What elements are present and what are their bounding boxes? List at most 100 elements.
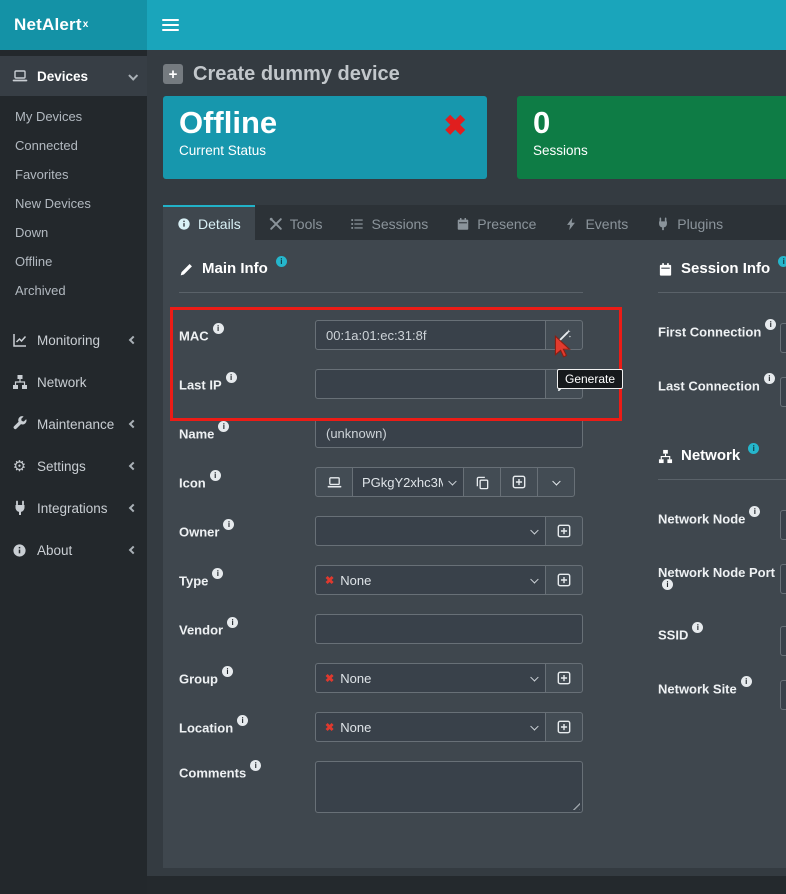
- last-connection-input[interactable]: [780, 377, 786, 407]
- info-circle-icon: [177, 217, 191, 231]
- mac-input[interactable]: [315, 320, 546, 350]
- sidebar-item-monitoring[interactable]: Monitoring: [0, 319, 147, 361]
- first-connection-row: First Connectioni: [658, 323, 786, 353]
- add-type-button[interactable]: [545, 565, 583, 595]
- chevron-down-icon: [128, 70, 138, 80]
- network-site-label: Network Sitei: [658, 680, 780, 699]
- netalertx-app: NetAlertx Devices My Devices Connected F…: [0, 0, 786, 894]
- chart-icon: [11, 332, 28, 348]
- network-node-port-input[interactable]: [780, 564, 786, 594]
- name-input[interactable]: [315, 418, 583, 448]
- info-icon: i: [764, 373, 775, 384]
- sidebar-subitem-favorites[interactable]: Favorites: [0, 160, 147, 189]
- x-icon: ✖: [325, 574, 334, 587]
- tools-icon: [269, 217, 283, 231]
- info-icon: i: [662, 579, 673, 590]
- location-label: Locationi: [179, 719, 315, 735]
- icon-select[interactable]: PGkgY2xhc3M: [352, 467, 464, 497]
- type-select[interactable]: ✖ None: [315, 565, 546, 595]
- network-icon: [658, 449, 673, 464]
- sidebar-subitem-connected[interactable]: Connected: [0, 131, 147, 160]
- info-icon: i: [227, 617, 238, 628]
- tab-details[interactable]: Details: [163, 205, 255, 240]
- location-row: Locationi ✖ None: [179, 712, 583, 742]
- sidebar-subitem-down[interactable]: Down: [0, 218, 147, 247]
- help-icon[interactable]: i: [276, 256, 287, 267]
- plus-square-icon: [557, 720, 571, 734]
- sidebar-subitem-my-devices[interactable]: My Devices: [0, 102, 147, 131]
- add-location-button[interactable]: [545, 712, 583, 742]
- plus-square-icon: [557, 573, 571, 587]
- network-icon: [11, 374, 28, 390]
- vendor-row: Vendori: [179, 614, 583, 644]
- sidebar-item-integrations[interactable]: Integrations: [0, 487, 147, 529]
- group-select[interactable]: ✖ None: [315, 663, 546, 693]
- sidebar-item-devices[interactable]: Devices: [0, 56, 147, 96]
- laptop-icon: [327, 475, 342, 490]
- ssid-input[interactable]: [780, 626, 786, 656]
- mac-label: MACi: [179, 327, 315, 343]
- sessions-count: 0: [533, 105, 770, 141]
- owner-select[interactable]: [315, 516, 546, 546]
- ssid-row: SSIDi: [658, 626, 786, 656]
- calendar-icon: [456, 217, 470, 231]
- info-icon: i: [223, 519, 234, 530]
- info-icon: i: [212, 568, 223, 579]
- chevron-down-icon: [448, 477, 456, 485]
- sidebar-item-maintenance[interactable]: Maintenance: [0, 403, 147, 445]
- x-icon: ✖: [325, 721, 334, 734]
- main-info-column: Main Info i MACi La: [179, 260, 583, 848]
- plus-square-icon: +: [163, 64, 183, 84]
- tab-sessions[interactable]: Sessions: [336, 205, 442, 240]
- network-site-input[interactable]: [780, 680, 786, 710]
- vendor-label: Vendori: [179, 621, 315, 637]
- location-select[interactable]: ✖ None: [315, 712, 546, 742]
- sidebar-item-about[interactable]: About: [0, 529, 147, 571]
- magic-wand-icon: [557, 377, 572, 392]
- icon-dropdown-button[interactable]: [537, 467, 575, 497]
- app-logo[interactable]: NetAlertx: [0, 0, 147, 50]
- last-ip-input[interactable]: [315, 369, 546, 399]
- tab-tools[interactable]: Tools: [255, 205, 337, 240]
- tab-plugins[interactable]: Plugins: [642, 205, 737, 240]
- sidebar-subitem-archived[interactable]: Archived: [0, 276, 147, 305]
- add-icon-button[interactable]: [500, 467, 538, 497]
- tab-presence[interactable]: Presence: [442, 205, 550, 240]
- chevron-down-icon: [553, 477, 561, 485]
- brand-text: NetAlert: [14, 15, 82, 35]
- comments-textarea[interactable]: [315, 761, 583, 813]
- network-node-row: Network Nodei: [658, 510, 786, 540]
- add-owner-button[interactable]: [545, 516, 583, 546]
- plus-square-icon: [557, 524, 571, 538]
- type-row: Typei ✖ None: [179, 565, 583, 595]
- last-ip-generate-button[interactable]: [545, 369, 583, 399]
- main-content: + Create dummy device Offline Current St…: [147, 50, 786, 894]
- sidebar-item-settings[interactable]: ⚙ Settings: [0, 445, 147, 487]
- status-box-sessions: 0 Sessions: [517, 96, 786, 179]
- info-icon: i: [213, 323, 224, 334]
- tab-events[interactable]: Events: [550, 205, 642, 240]
- first-connection-input[interactable]: [780, 323, 786, 353]
- details-panel: Main Info i MACi La: [163, 240, 786, 868]
- plus-square-icon: [512, 475, 526, 489]
- vendor-input[interactable]: [315, 614, 583, 644]
- mac-row: MACi: [179, 320, 583, 350]
- copy-icon-button[interactable]: [463, 467, 501, 497]
- main-info-header: Main Info i: [179, 260, 583, 280]
- mac-generate-button[interactable]: [545, 320, 583, 350]
- copy-icon: [475, 475, 490, 490]
- help-icon[interactable]: i: [778, 256, 786, 267]
- chevron-left-icon: [129, 504, 137, 512]
- calendar-icon: [658, 262, 673, 277]
- sidebar-subitem-offline[interactable]: Offline: [0, 247, 147, 276]
- info-icon: i: [741, 676, 752, 687]
- help-icon[interactable]: i: [748, 443, 759, 454]
- hamburger-menu-icon[interactable]: [162, 19, 179, 31]
- network-node-port-row: Network Node Porti: [658, 564, 786, 602]
- network-node-input[interactable]: [780, 510, 786, 540]
- sidebar-subitem-new-devices[interactable]: New Devices: [0, 189, 147, 218]
- sidebar-item-network[interactable]: Network: [0, 361, 147, 403]
- status-boxes: Offline Current Status ✖ 0 Sessions: [147, 96, 786, 179]
- icon-preview-button[interactable]: [315, 467, 353, 497]
- add-group-button[interactable]: [545, 663, 583, 693]
